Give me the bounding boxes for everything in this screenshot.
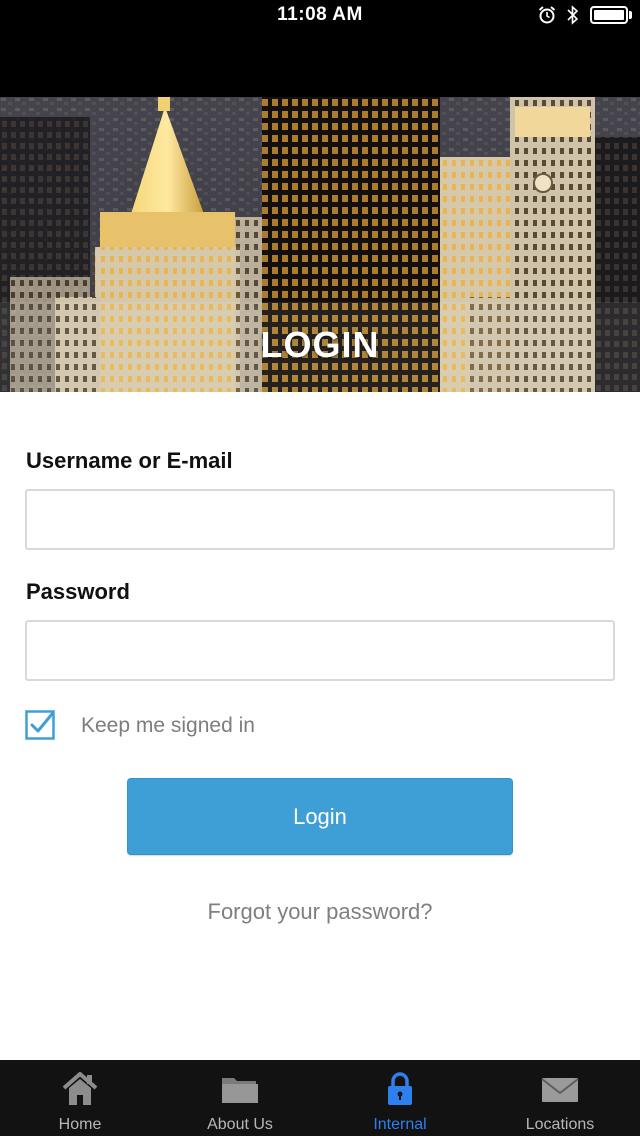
folder-icon: [222, 1078, 258, 1103]
tab-locations[interactable]: Locations: [480, 1060, 640, 1136]
status-icons: [538, 5, 632, 25]
password-label: Password: [26, 579, 130, 604]
tab-about-us-label: About Us: [207, 1116, 273, 1133]
house-icon: [62, 1072, 98, 1105]
battery-icon: [590, 6, 632, 24]
lock-icon: [388, 1072, 412, 1105]
tab-bar: Home About Us Internal Locations: [0, 1060, 640, 1136]
forgot-password-link[interactable]: Forgot your password?: [0, 899, 640, 925]
keep-signed-in-label[interactable]: Keep me signed in: [81, 714, 255, 738]
envelope-icon: [541, 1078, 579, 1102]
tab-internal[interactable]: Internal: [320, 1060, 480, 1136]
tab-locations-label: Locations: [525, 1116, 595, 1133]
login-button[interactable]: Login: [127, 778, 513, 855]
tab-home[interactable]: Home: [0, 1060, 160, 1136]
username-field[interactable]: [25, 489, 615, 550]
tab-internal-label: Internal: [373, 1116, 427, 1133]
username-label: Username or E-mail: [26, 448, 233, 473]
tab-about-us[interactable]: About Us: [160, 1060, 320, 1136]
keep-signed-in-checkbox[interactable]: [25, 710, 55, 740]
tab-home-label: Home: [58, 1116, 102, 1133]
login-form: Username or E-mail Password Keep me sign…: [0, 392, 640, 1060]
navigation-bar: [0, 30, 640, 97]
alarm-icon: [538, 6, 556, 24]
bluetooth-icon: [567, 5, 579, 25]
page-title: LOGIN: [260, 324, 380, 365]
password-field[interactable]: [25, 620, 615, 681]
status-bar: 11:08 AM: [0, 0, 640, 30]
